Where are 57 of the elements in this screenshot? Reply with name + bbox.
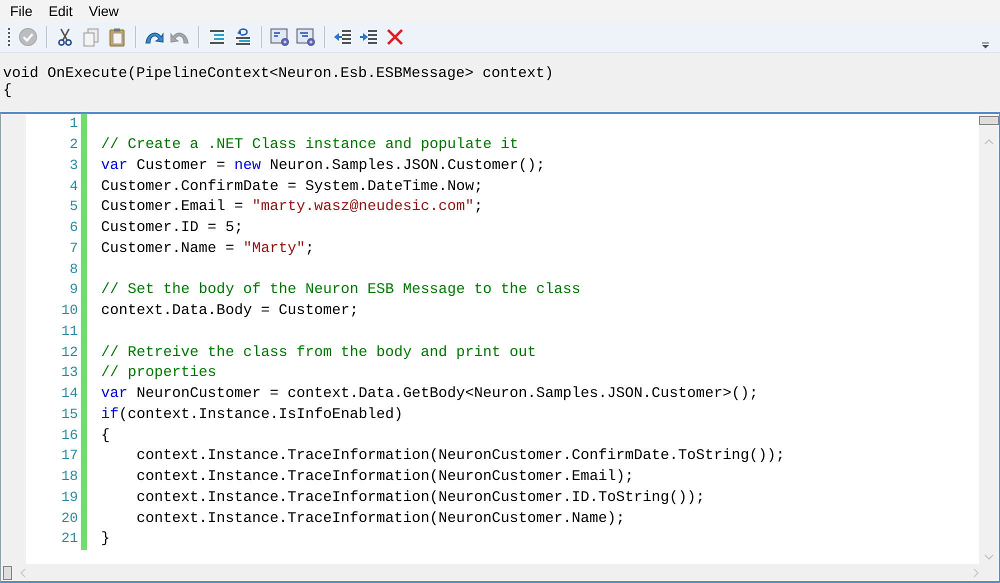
code-line: // properties <box>101 365 216 382</box>
code-line: // Retreive the class from the body and print out <box>101 344 536 361</box>
line-number: 4 <box>70 178 78 195</box>
line-number: 18 <box>61 469 78 486</box>
line-number: 11 <box>61 324 78 340</box>
line-number: 21 <box>61 531 78 548</box>
menu-item[interactable]: Edit <box>40 3 81 19</box>
scissors-icon[interactable] <box>55 27 75 47</box>
code-line: } <box>101 531 110 548</box>
code-line: Customer.ID = 5; <box>101 220 244 236</box>
scroll-thumb[interactable] <box>979 116 999 125</box>
line-number: 16 <box>61 428 78 444</box>
code-line: context.Instance.TraceInformation(NeuronCustomer.Email); <box>136 469 634 486</box>
code-line: void OnExecute(PipelineContext<Neuron.Esb.ESBMessage> context) <box>3 66 554 83</box>
line-number: 8 <box>70 262 78 278</box>
line-number: 10 <box>61 303 78 320</box>
code-line: context.Instance.TraceInformation(NeuronCustomer.ID.ToString()); <box>136 490 705 506</box>
overflow-icon[interactable] <box>981 42 990 49</box>
indent-icon[interactable] <box>359 27 379 47</box>
window-gear-icon[interactable] <box>296 27 316 47</box>
code-line: var Customer = new Neuron.Samples.JSON.Customer(); <box>101 158 545 174</box>
line-number: 15 <box>61 406 78 423</box>
menu-item[interactable]: File <box>2 3 41 19</box>
window-gear-icon[interactable] <box>270 27 290 47</box>
line-number: 5 <box>70 199 78 216</box>
code-line: // Create a .NET Class instance and populate it <box>101 137 518 154</box>
line-number: 1 <box>70 116 78 132</box>
close-icon[interactable] <box>385 27 405 47</box>
menu-item[interactable]: View <box>80 3 127 19</box>
code-line: context.Instance.TraceInformation(NeuronCustomer.Name); <box>136 510 625 527</box>
outdent-icon[interactable] <box>333 27 353 47</box>
code-line: Customer.Email = "marty.wasz@neudesic.com"; <box>101 199 483 216</box>
line-number: 19 <box>61 490 78 506</box>
code-line: Customer.Name = "Marty"; <box>101 240 314 257</box>
code-line: // Set the body of the Neuron ESB Message to the class <box>101 282 580 298</box>
code-line: context.Instance.TraceInformation(NeuronCustomer.ConfirmDate.ToString()); <box>136 448 785 464</box>
line-number: 2 <box>70 137 78 154</box>
copy-icon[interactable] <box>81 27 101 47</box>
wrap-lines-icon[interactable] <box>233 27 253 47</box>
line-number: 17 <box>61 448 78 464</box>
line-number: 6 <box>70 220 78 236</box>
code-editor[interactable] <box>0 112 1000 583</box>
line-number: 20 <box>61 510 78 527</box>
line-number: 7 <box>70 240 78 257</box>
line-number: 13 <box>61 365 78 382</box>
code-line: var NeuronCustomer = context.Data.GetBody<Neuron.Samples.JSON.Customer>(); <box>101 386 758 402</box>
code-line: if(context.Instance.IsInfoEnabled) <box>101 406 403 423</box>
line-number: 3 <box>70 158 78 174</box>
line-number: 12 <box>61 344 78 361</box>
code-line: { <box>3 83 12 100</box>
code-line: { <box>101 428 110 444</box>
scroll-thumb[interactable] <box>3 566 12 580</box>
line-number: 14 <box>61 386 78 402</box>
clipboard-icon[interactable] <box>107 27 127 47</box>
code-line: Customer.ConfirmDate = System.DateTime.Now; <box>101 178 483 195</box>
code-line: context.Data.Body = Customer; <box>101 303 359 320</box>
line-number: 9 <box>70 282 78 298</box>
